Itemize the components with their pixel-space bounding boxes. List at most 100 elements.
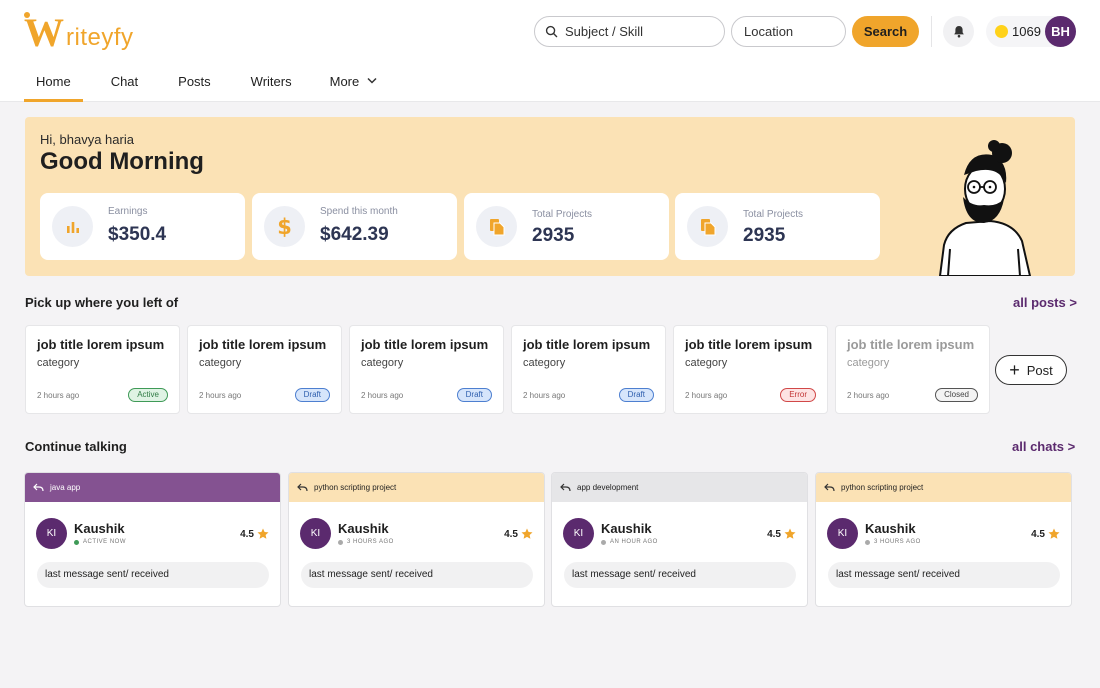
job-category: category xyxy=(847,357,890,369)
job-time: 2 hours ago xyxy=(685,391,728,400)
star-icon xyxy=(257,528,269,539)
reply-icon xyxy=(824,483,835,492)
last-message: last message sent/ received xyxy=(301,562,533,588)
all-chats-link[interactable]: all chats > xyxy=(1012,439,1075,454)
status-dot-icon xyxy=(865,539,870,545)
job-time: 2 hours ago xyxy=(523,391,566,400)
chat-card[interactable]: java app KI Kaushik ACTIVE NOW 4.5 last … xyxy=(24,472,281,607)
search-button[interactable]: Search xyxy=(852,16,919,47)
chat-rating: 4.5 xyxy=(767,528,796,540)
bar-chart-icon xyxy=(52,206,93,247)
job-category: category xyxy=(685,357,728,369)
chat-person-name: Kaushik xyxy=(865,521,916,536)
job-card[interactable]: job title lorem ipsum category 2 hours a… xyxy=(25,325,180,414)
greeting-title: Good Morning xyxy=(40,148,204,175)
status-badge: Error xyxy=(780,388,816,402)
chat-status-text: AN HOUR AGO xyxy=(610,539,658,545)
status-badge: Closed xyxy=(935,388,978,402)
job-time: 2 hours ago xyxy=(361,391,404,400)
location-field[interactable] xyxy=(731,16,846,47)
last-message: last message sent/ received xyxy=(37,562,269,588)
notifications-button[interactable] xyxy=(943,16,974,47)
bearded-man-illustration xyxy=(938,140,1032,276)
star-icon xyxy=(784,528,796,539)
stat-label: Spend this month xyxy=(320,206,398,217)
reply-icon xyxy=(560,483,571,492)
stat-card-projects-2[interactable]: Total Projects 2935 xyxy=(675,193,880,260)
welcome-banner: Hi, bhavya haria Good Morning Earnings $… xyxy=(25,117,1075,276)
rating-value: 4.5 xyxy=(767,528,781,540)
nav-home[interactable]: Home xyxy=(24,68,83,102)
top-header: W riteyfy Search 1069 BH Home Chat Posts… xyxy=(0,0,1100,102)
chevron-down-icon xyxy=(367,77,377,84)
nav-writers[interactable]: Writers xyxy=(239,68,304,102)
greeting-text: Hi, bhavya haria xyxy=(40,132,134,147)
chat-card[interactable]: python scripting project KI Kaushik 3 HO… xyxy=(288,472,545,607)
reply-icon xyxy=(33,483,44,492)
all-posts-link[interactable]: all posts > xyxy=(1013,295,1077,310)
stat-value: 2935 xyxy=(743,225,786,246)
chat-status: ACTIVE NOW xyxy=(74,539,126,545)
chat-card[interactable]: app development KI Kaushik AN HOUR AGO 4… xyxy=(551,472,808,607)
chat-status: AN HOUR AGO xyxy=(601,539,658,545)
stat-card-earnings[interactable]: Earnings $350.4 xyxy=(40,193,245,260)
subject-search-input[interactable] xyxy=(565,24,715,39)
job-card[interactable]: job title lorem ipsum category 2 hours a… xyxy=(187,325,342,414)
job-card[interactable]: job title lorem ipsum category 2 hours a… xyxy=(349,325,504,414)
status-badge: Active xyxy=(128,388,168,402)
new-post-button[interactable]: + Post xyxy=(995,355,1067,385)
dollar-icon: $ xyxy=(264,206,305,247)
avatar: KI xyxy=(36,518,67,549)
stat-card-projects[interactable]: Total Projects 2935 xyxy=(464,193,669,260)
chat-status: 3 HOURS AGO xyxy=(338,539,394,545)
nav-more-label: More xyxy=(329,74,360,89)
chat-person-name: Kaushik xyxy=(74,521,125,536)
nav-more[interactable]: More xyxy=(318,68,390,102)
job-title: job title lorem ipsum xyxy=(37,337,165,352)
chat-card[interactable]: python scripting project KI Kaushik 3 HO… xyxy=(815,472,1072,607)
job-card[interactable]: job title lorem ipsum category 2 hours a… xyxy=(673,325,828,414)
logo-mark: W xyxy=(24,10,64,55)
chats-section-title: Continue talking xyxy=(25,439,127,454)
nav-posts[interactable]: Posts xyxy=(166,68,223,102)
chat-project-header: app development xyxy=(552,473,807,502)
job-category: category xyxy=(199,357,242,369)
nav-chat[interactable]: Chat xyxy=(99,68,150,102)
star-icon xyxy=(1048,528,1060,539)
stat-card-spend[interactable]: $ Spend this month $642.39 xyxy=(252,193,457,260)
writeyfy-logo[interactable]: W riteyfy xyxy=(24,10,134,55)
logo-wordmark: riteyfy xyxy=(66,24,134,51)
last-message: last message sent/ received xyxy=(564,562,796,588)
pickup-section-title: Pick up where you left of xyxy=(25,295,179,310)
bell-icon xyxy=(953,26,964,38)
stat-value: $642.39 xyxy=(320,224,389,245)
user-avatar[interactable]: BH xyxy=(1045,16,1076,47)
star-icon xyxy=(521,528,533,539)
nav-chat-label: Chat xyxy=(110,74,139,89)
job-category: category xyxy=(37,357,80,369)
job-category: category xyxy=(523,357,566,369)
location-input[interactable] xyxy=(744,24,839,39)
last-message: last message sent/ received xyxy=(828,562,1060,588)
job-time: 2 hours ago xyxy=(847,391,890,400)
nav-home-label: Home xyxy=(36,74,71,89)
plus-icon: + xyxy=(1009,360,1020,380)
chat-status-text: 3 HOURS AGO xyxy=(347,539,394,545)
job-title: job title lorem ipsum xyxy=(847,337,975,352)
reply-icon xyxy=(297,483,308,492)
header-divider xyxy=(931,16,932,47)
job-title: job title lorem ipsum xyxy=(523,337,651,352)
rating-value: 4.5 xyxy=(504,528,518,540)
job-title: job title lorem ipsum xyxy=(199,337,327,352)
subject-search-field[interactable] xyxy=(534,16,725,47)
job-time: 2 hours ago xyxy=(199,391,242,400)
chat-project-name: java app xyxy=(50,483,81,492)
rating-value: 4.5 xyxy=(1031,528,1045,540)
job-card[interactable]: job title lorem ipsum category 2 hours a… xyxy=(835,325,990,414)
job-card[interactable]: job title lorem ipsum category 2 hours a… xyxy=(511,325,666,414)
main-nav: Home Chat Posts Writers More xyxy=(24,68,389,102)
avatar: KI xyxy=(827,518,858,549)
avatar: KI xyxy=(300,518,331,549)
avatar: KI xyxy=(563,518,594,549)
chat-status-text: ACTIVE NOW xyxy=(83,539,127,545)
